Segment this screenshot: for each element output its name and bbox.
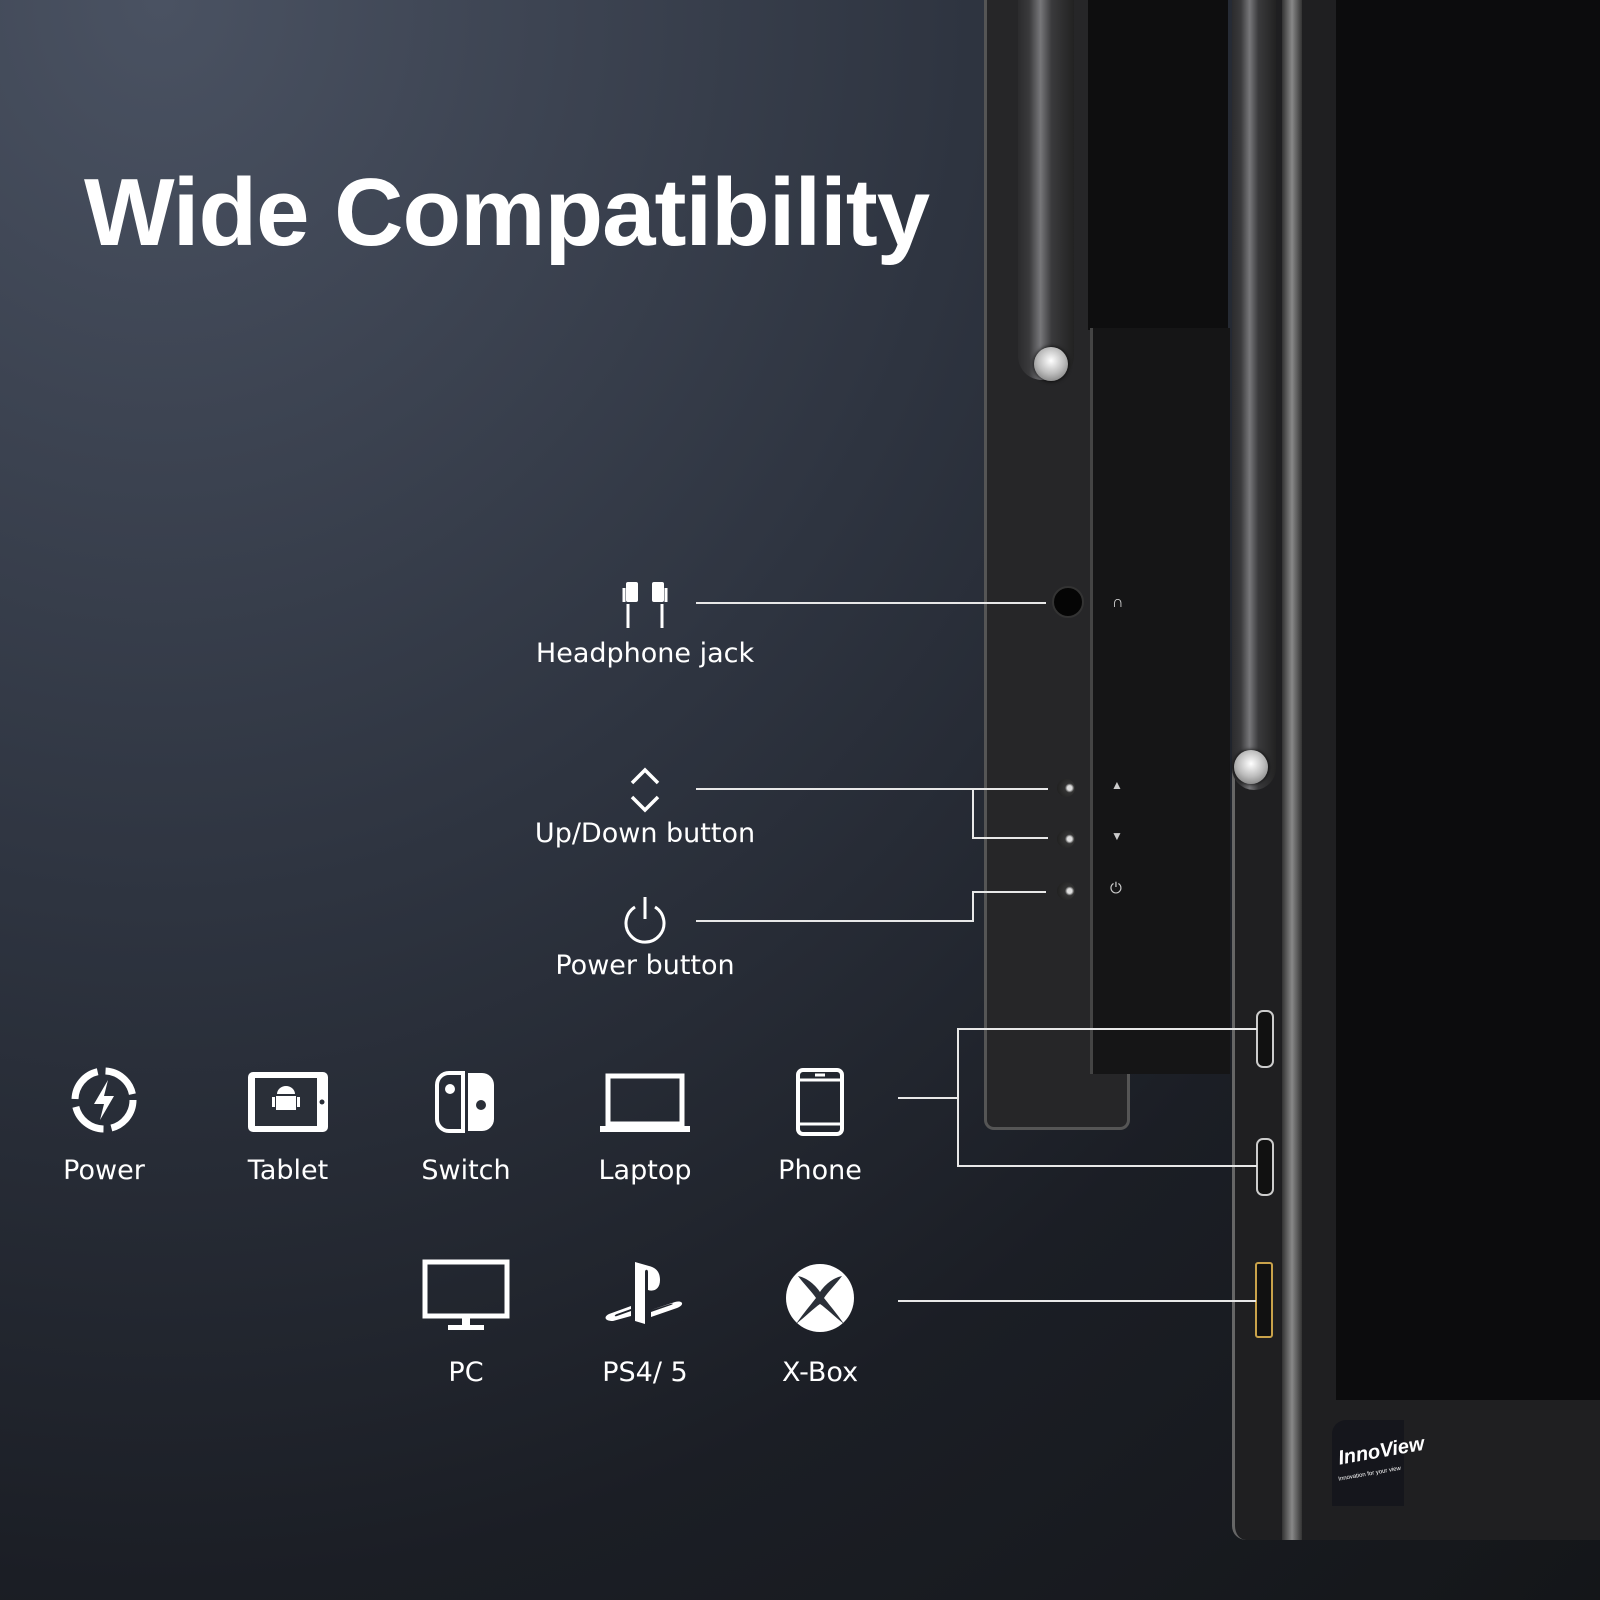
power-bolt-icon bbox=[71, 1067, 137, 1133]
device-label-xbox: X-Box bbox=[781, 1357, 859, 1388]
device-label-switch: Switch bbox=[421, 1155, 511, 1186]
power-hw-button bbox=[1057, 882, 1075, 900]
phone-icon bbox=[796, 1068, 844, 1136]
power-icon bbox=[624, 897, 666, 944]
callout-line bbox=[972, 891, 1046, 893]
device-label-tablet: Tablet bbox=[247, 1155, 329, 1186]
hinge-knob bbox=[1034, 347, 1068, 381]
page-title: Wide Compatibility bbox=[84, 159, 930, 266]
power-button-label: Power button bbox=[555, 950, 735, 981]
usb-c-port bbox=[1256, 1010, 1274, 1068]
callout-line bbox=[972, 837, 1048, 839]
callout-line bbox=[972, 891, 974, 922]
headphone-symbol-icon: ∩ bbox=[1112, 594, 1124, 611]
device-label-power: Power bbox=[63, 1155, 145, 1186]
xbox-icon bbox=[786, 1264, 854, 1332]
device-label-ps: PS4/ 5 bbox=[602, 1357, 688, 1388]
mini-hdmi-port bbox=[1255, 1262, 1273, 1338]
power-symbol-icon: ⏻ bbox=[1110, 880, 1122, 897]
callout-line bbox=[957, 1028, 959, 1167]
callout-line bbox=[696, 920, 974, 922]
device-label-phone: Phone bbox=[778, 1155, 862, 1186]
hinge-knob bbox=[1234, 750, 1268, 784]
up-down-chevron-icon bbox=[630, 767, 660, 813]
up-triangle-icon: ▲ bbox=[1111, 778, 1123, 792]
down-triangle-icon: ▼ bbox=[1111, 829, 1123, 843]
headphone-port bbox=[1052, 586, 1084, 618]
brand-logo: InnoView Innovation for your view bbox=[1332, 1420, 1426, 1506]
up-button bbox=[1057, 779, 1075, 797]
switch-icon bbox=[435, 1071, 494, 1133]
callout-line bbox=[898, 1300, 1256, 1302]
headphone-jack-label: Headphone jack bbox=[535, 638, 755, 669]
callout-line bbox=[972, 788, 974, 838]
earphones-icon bbox=[622, 582, 668, 628]
up-down-label: Up/Down button bbox=[534, 818, 756, 849]
callout-line bbox=[696, 788, 1048, 790]
device-label-laptop: Laptop bbox=[598, 1155, 692, 1186]
callout-line bbox=[957, 1028, 1257, 1030]
callout-line bbox=[898, 1097, 958, 1099]
monitor-icon bbox=[422, 1259, 510, 1330]
tablet-icon bbox=[248, 1072, 328, 1132]
product-image: Wide Compatibility ∩ ▲ ▼ ⏻ InnoView Inno… bbox=[0, 0, 1600, 1600]
down-button bbox=[1057, 830, 1075, 848]
usb-c-port bbox=[1256, 1138, 1274, 1196]
device-label-pc: PC bbox=[448, 1357, 484, 1388]
callout-line bbox=[957, 1165, 1257, 1167]
callout-line bbox=[696, 602, 1046, 604]
playstation-icon bbox=[605, 1262, 683, 1324]
laptop-icon bbox=[600, 1073, 690, 1132]
